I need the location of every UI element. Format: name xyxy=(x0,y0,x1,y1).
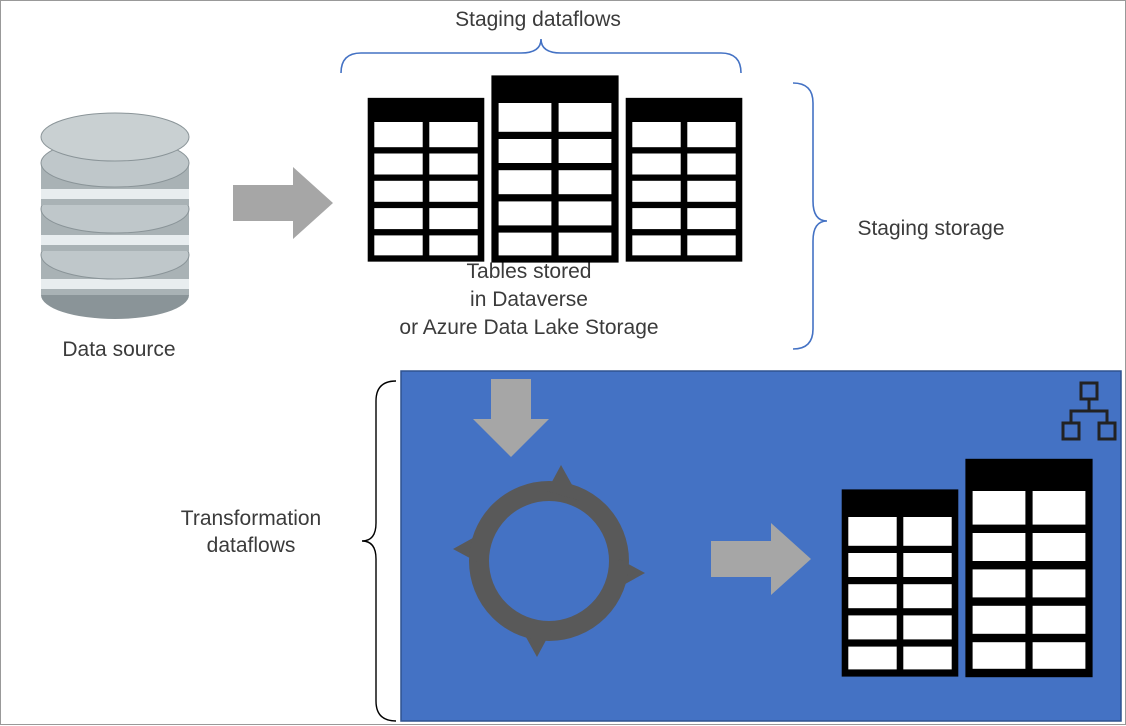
label-transformation-dataflows-2: dataflows xyxy=(141,533,361,559)
label-data-source: Data source xyxy=(39,337,199,363)
brace-left-icon xyxy=(362,381,396,721)
transformation-panel xyxy=(401,371,1121,721)
arrow-down-icon xyxy=(473,379,549,457)
label-staging-caption-1: Tables stored xyxy=(399,259,659,285)
label-staging-caption-3: or Azure Data Lake Storage xyxy=(369,315,689,341)
label-staging-caption-2: in Dataverse xyxy=(399,287,659,313)
label-transformations: Transformations xyxy=(431,681,661,707)
sitemap-icon xyxy=(1063,383,1115,439)
cycle-icon xyxy=(453,465,645,657)
label-data-warehouse: Data Warehouse xyxy=(829,681,1089,707)
database-icon xyxy=(41,113,189,319)
arrow-right-2-icon xyxy=(711,523,811,595)
label-staging-dataflows: Staging dataflows xyxy=(338,7,738,33)
warehouse-tables-icon xyxy=(845,463,1089,673)
staging-tables-icon xyxy=(371,79,739,259)
label-staging-storage: Staging storage xyxy=(831,216,1031,242)
arrow-right-1-icon xyxy=(233,167,333,239)
label-transformation-dataflows-1: Transformation xyxy=(141,506,361,532)
brace-right-icon xyxy=(793,83,827,349)
brace-top-icon xyxy=(341,39,741,73)
